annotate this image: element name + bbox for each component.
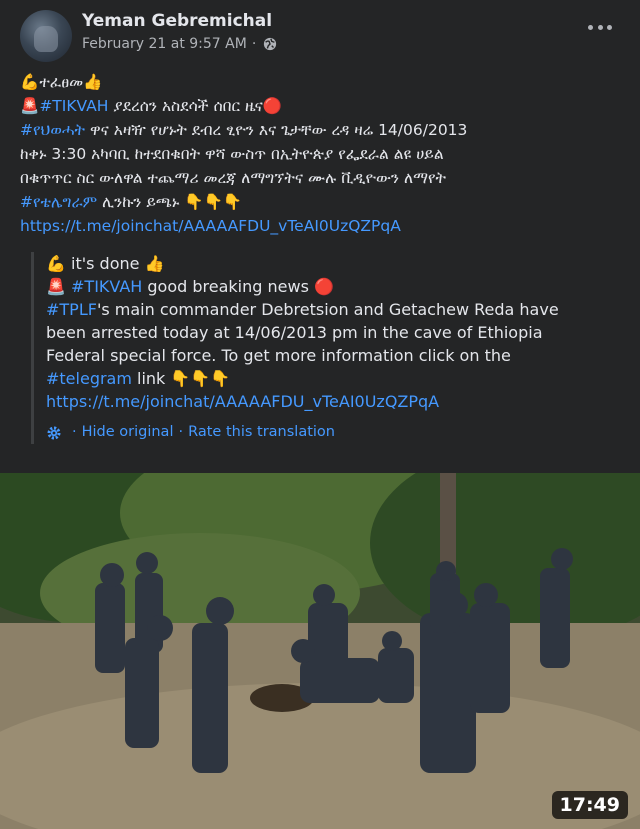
translation-text: good breaking news [142, 277, 314, 296]
pointing-down-emoji: 👇👇👇 [170, 369, 231, 388]
globe-icon[interactable] [263, 37, 277, 51]
hashtag-link[interactable]: #telegram [46, 369, 132, 388]
post-line: #የቴሌግራም ሊንኩን ይጫኑ 👇👇👇 [20, 190, 630, 214]
translation-line: 💪 it's done 👍 [46, 252, 640, 275]
hashtag-link[interactable]: #TIKVAH [39, 97, 108, 115]
hashtag-link[interactable]: #የቴሌግራም [20, 193, 97, 211]
gear-icon[interactable] [46, 425, 62, 441]
post-header: Yeman Gebremichal February 21 at 9:57 AM… [0, 0, 640, 64]
red-circle-emoji: 🔴 [262, 97, 283, 115]
siren-emoji: 🚨 [46, 277, 66, 296]
author-avatar[interactable] [20, 10, 72, 62]
post-text: ተፈፀመ [39, 73, 84, 91]
post-meta: February 21 at 9:57 AM · [82, 36, 277, 52]
thumbs-up-emoji: 👍 [144, 254, 165, 273]
translation-line: #telegram link 👇👇👇 [46, 367, 640, 390]
post-body: 💪ተፈፀመ👍 🚨#TIKVAH ያደረሰን አስደሳች ሰበር ዜና🔴 #የህወ… [20, 70, 630, 238]
translation-block: 💪 it's done 👍 🚨 #TIKVAH good breaking ne… [31, 252, 640, 444]
post-text: ያደረሰን አስደሳች ሰበር ዜና [108, 97, 263, 115]
siren-emoji: 🚨 [20, 97, 40, 115]
post-text: ዋና አዛዥ የሆኑት ደብረ ፂዮን እና ጌታቸው ረዳ ዛሬ 14/06/… [85, 121, 468, 139]
video-duration: 17:49 [551, 791, 628, 819]
translation-actions: · Hide original · Rate this translation [46, 421, 640, 444]
translation-line: Federal special force. To get more infor… [46, 346, 511, 365]
video-thumbnail [0, 473, 640, 829]
post-line: ከቀኑ 3:30 አካባቢ ከተደበቁበት ዋሻ ውስጥ በኢትዮጵያ የፌደራ… [20, 145, 444, 163]
translation-text: it's done [65, 254, 145, 273]
hide-original-link[interactable]: Hide original [82, 421, 174, 444]
hashtag-link[interactable]: #TPLF [46, 300, 97, 319]
post-line: 🚨#TIKVAH ያደረሰን አስደሳች ሰበር ዜና🔴 [20, 94, 630, 118]
translation-line: been arrested today at 14/06/2013 pm in … [46, 323, 543, 342]
post-line: #የህወሓት ዋና አዛዥ የሆኑት ደብረ ፂዮን እና ጌታቸው ረዳ ዛሬ… [20, 118, 630, 142]
translation-line: 🚨 #TIKVAH good breaking news 🔴 [46, 275, 640, 298]
action-separator: · [72, 424, 77, 440]
translation-line: #TPLF's main commander Debretsion and Ge… [46, 298, 640, 321]
post-text: ሊንኩን ይጫኑ [97, 193, 185, 211]
translation-text: 's main commander Debretsion and Getache… [96, 300, 559, 319]
video-player[interactable]: 17:49 [0, 473, 640, 829]
post-line: 💪ተፈፀመ👍 [20, 70, 630, 94]
pointing-down-emoji: 👇👇👇 [184, 193, 243, 211]
telegram-link[interactable]: https://t.me/joinchat/AAAAAFDU_vTeAI0UzQ… [20, 214, 630, 238]
red-circle-emoji: 🔴 [314, 277, 334, 296]
post-timestamp[interactable]: February 21 at 9:57 AM [82, 36, 247, 52]
more-options-icon[interactable] [588, 22, 612, 32]
author-name[interactable]: Yeman Gebremichal [82, 11, 272, 31]
telegram-link[interactable]: https://t.me/joinchat/AAAAAFDU_vTeAI0UzQ… [46, 390, 640, 413]
hashtag-link[interactable]: #የህወሓት [20, 121, 85, 139]
action-separator: · [178, 424, 184, 440]
flexed-biceps-emoji: 💪 [20, 73, 40, 91]
hashtag-link[interactable]: #TIKVAH [71, 277, 142, 296]
thumbs-up-emoji: 👍 [83, 73, 103, 91]
post-line: በቁጥጥር ስር ውለዋል ተጨማሪ መረጃ ለማግኘትና ሙሉ ቪዲዮውን ለ… [20, 169, 447, 187]
meta-separator: · [251, 36, 257, 52]
rate-translation-link[interactable]: Rate this translation [188, 421, 335, 444]
flexed-biceps-emoji: 💪 [46, 254, 66, 273]
translation-text: link [131, 369, 171, 388]
